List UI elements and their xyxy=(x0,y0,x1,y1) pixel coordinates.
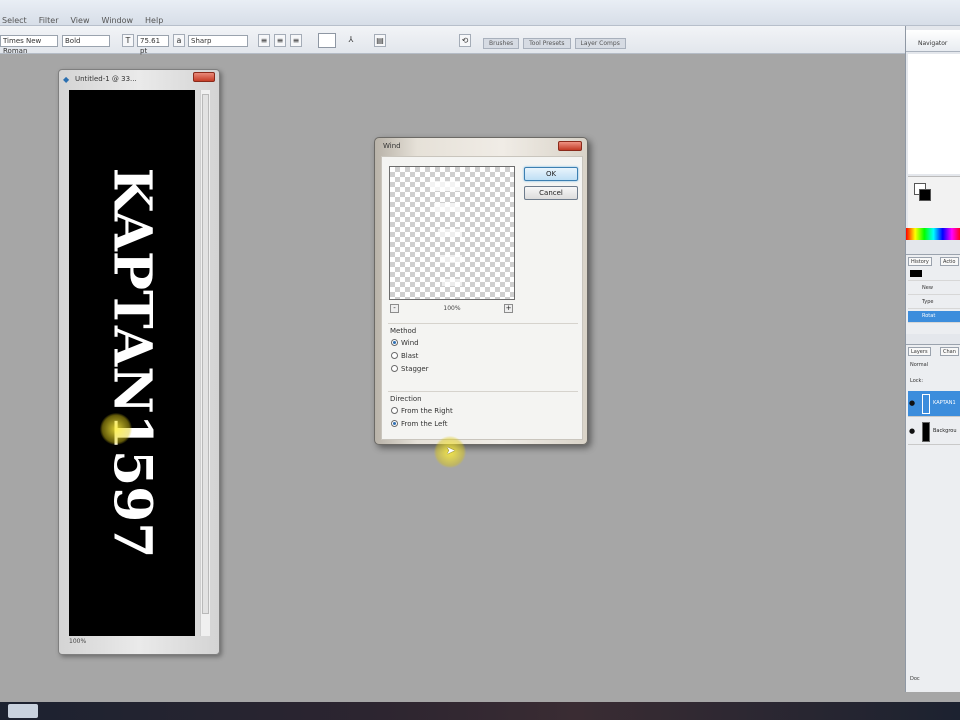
layer-name: Backgrou xyxy=(933,428,957,434)
right-panels: Navigator History Actio New Type Rotat L… xyxy=(905,26,960,692)
mouse-pointer-icon: ➤ xyxy=(446,444,456,457)
warp-text-icon[interactable]: ⅄ xyxy=(345,34,357,47)
navigator-preview[interactable] xyxy=(908,54,960,174)
method-label: Method xyxy=(390,327,417,335)
filter-preview[interactable] xyxy=(389,166,515,300)
dialog-close-button[interactable] xyxy=(558,141,582,151)
scrollbar-thumb[interactable] xyxy=(202,94,209,614)
radio-icon xyxy=(391,407,398,414)
tab-actions[interactable]: Actio xyxy=(940,257,959,266)
radio-icon xyxy=(391,365,398,372)
lock-label: Lock: xyxy=(910,378,924,384)
cancel-button[interactable]: Cancel xyxy=(524,186,578,200)
background-layer-thumbnail xyxy=(922,422,930,442)
antialias-select[interactable]: Sharp xyxy=(188,35,248,47)
layers-panel: Layers Chan Normal Lock: ● KAPTAN1 ● Bac… xyxy=(906,344,960,692)
dialog-title: Wind xyxy=(383,142,401,150)
document-close-button[interactable] xyxy=(193,72,215,82)
method-blast[interactable]: Blast xyxy=(388,349,578,362)
tab-navigator[interactable]: Navigator xyxy=(918,40,947,47)
tab-history[interactable]: History xyxy=(908,257,932,266)
panel-status: Doc xyxy=(910,676,920,682)
layer-row-background[interactable]: ● Backgrou xyxy=(908,419,960,445)
document-vertical-scrollbar[interactable] xyxy=(200,90,210,636)
visibility-eye-icon[interactable]: ● xyxy=(909,427,915,435)
menu-bar: Select Filter View Window Help xyxy=(0,0,960,26)
blend-mode-select[interactable]: Normal xyxy=(910,361,928,371)
navigator-tab-strip: Navigator xyxy=(906,30,960,52)
document-zoom-readout[interactable]: 100% xyxy=(69,638,195,648)
method-wind[interactable]: Wind xyxy=(388,336,578,349)
method-stagger[interactable]: Stagger xyxy=(388,362,578,375)
background-color-swatch[interactable] xyxy=(919,189,931,201)
layer-name: KAPTAN1 xyxy=(933,400,956,406)
canvas[interactable]: KAPTAN1597 xyxy=(69,90,195,636)
wind-streaks-preview xyxy=(430,181,462,286)
font-family-select[interactable]: Times New Roman xyxy=(0,35,58,55)
radio-selected-icon xyxy=(391,339,398,346)
workspace-icon[interactable]: ⟲ xyxy=(459,34,471,47)
text-color-swatch[interactable] xyxy=(318,33,336,48)
direction-from-left[interactable]: From the Left xyxy=(388,417,578,430)
direction-group: Direction From the Right From the Left xyxy=(388,391,578,430)
history-item-active[interactable]: Rotat xyxy=(908,311,960,323)
history-snapshot[interactable] xyxy=(908,269,960,281)
zoom-in-button[interactable]: + xyxy=(504,304,513,313)
font-size-select[interactable]: 75.61 pt xyxy=(137,35,169,55)
menu-window[interactable]: Window xyxy=(101,16,133,25)
options-bar: Times New Roman Bold T 75.61 pt a Sharp … xyxy=(0,26,905,55)
dialog-body: - 100% + OK Cancel Method Wind Blast Sta… xyxy=(381,156,583,440)
font-style-select[interactable]: Bold xyxy=(62,35,110,47)
layer-row-text[interactable]: ● KAPTAN1 xyxy=(908,391,960,417)
radio-icon xyxy=(391,352,398,359)
method-group: Method Wind Blast Stagger xyxy=(388,323,578,375)
tab-brushes[interactable]: Brushes xyxy=(483,38,520,49)
align-right-icon[interactable]: ≡ xyxy=(290,34,302,47)
color-spectrum[interactable] xyxy=(906,228,960,240)
menu-help[interactable]: Help xyxy=(145,16,163,25)
tab-layers[interactable]: Layers xyxy=(908,347,931,356)
snapshot-thumbnail xyxy=(910,270,922,277)
palette-well: Brushes Tool Presets Layer Comps xyxy=(483,38,626,49)
menu-select[interactable]: Select xyxy=(2,16,27,25)
align-center-icon[interactable]: ≡ xyxy=(274,34,286,47)
color-panel xyxy=(908,176,960,234)
direction-label: Direction xyxy=(390,395,422,403)
tab-channels[interactable]: Chan xyxy=(940,347,959,356)
preview-zoom: 100% xyxy=(443,305,461,312)
history-item[interactable]: New xyxy=(908,283,960,295)
tab-layer-comps[interactable]: Layer Comps xyxy=(574,38,626,49)
canvas-text-layer[interactable]: KAPTAN1597 xyxy=(102,168,163,559)
document-window: ◆ Untitled-1 @ 33... KAPTAN1597 100% xyxy=(58,69,220,655)
zoom-out-button[interactable]: - xyxy=(390,304,399,313)
ok-button[interactable]: OK xyxy=(524,167,578,181)
antialias-icon: a xyxy=(173,34,185,47)
cursor-highlight-icon xyxy=(100,413,132,445)
history-item[interactable]: Type xyxy=(908,297,960,309)
tab-tool-presets[interactable]: Tool Presets xyxy=(523,38,571,49)
align-left-icon[interactable]: ≡ xyxy=(258,34,270,47)
direction-from-right[interactable]: From the Right xyxy=(388,404,578,417)
text-layer-thumbnail xyxy=(922,394,930,414)
menu-view[interactable]: View xyxy=(71,16,90,25)
taskbar xyxy=(0,702,960,720)
font-size-icon: T xyxy=(122,34,134,47)
palettes-toggle-icon[interactable]: ▤ xyxy=(374,34,386,47)
history-panel: History Actio New Type Rotat xyxy=(906,254,960,334)
wind-dialog: Wind - 100% + OK Cancel Method Wind Blas… xyxy=(374,137,588,445)
visibility-eye-icon[interactable]: ● xyxy=(909,399,915,407)
menu-filter[interactable]: Filter xyxy=(39,16,59,25)
start-button[interactable] xyxy=(8,704,38,718)
radio-selected-icon xyxy=(391,420,398,427)
document-title: Untitled-1 @ 33... xyxy=(75,75,137,83)
